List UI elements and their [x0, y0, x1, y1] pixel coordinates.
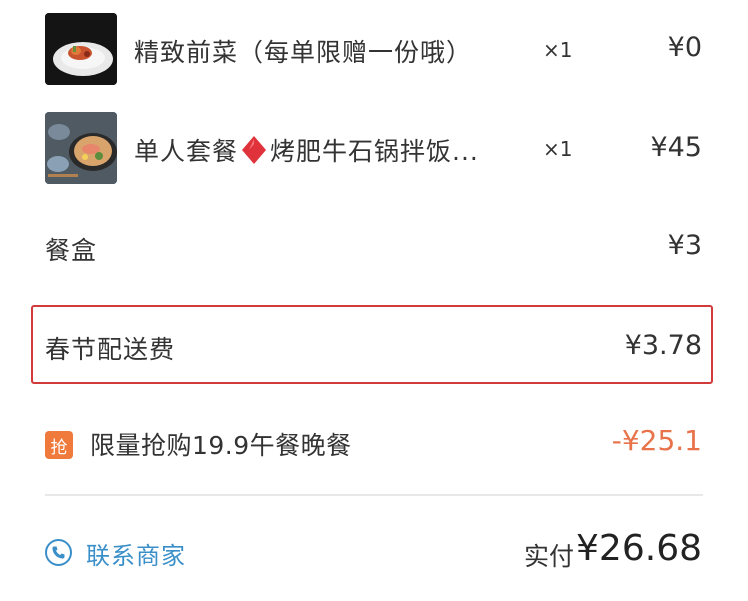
item-name-suffix: 烤肥牛石锅拌饭... [270, 137, 479, 166]
item-quantity: ×1 [543, 38, 573, 62]
appetizer-photo [45, 13, 117, 85]
promo-badge: 抢 [45, 431, 73, 459]
delivery-fee-price: ¥3.78 [624, 330, 702, 361]
phone-icon[interactable] [45, 539, 72, 566]
set-meal-photo [45, 112, 117, 184]
total-label: 实付 [524, 542, 575, 571]
divider [45, 494, 703, 496]
item-price: ¥45 [650, 132, 702, 163]
item-name: 单人套餐 烤肥牛石锅拌饭... [134, 132, 479, 168]
promo-discount: -¥25.1 [611, 424, 702, 457]
contact-merchant-link[interactable]: 联系商家 [86, 536, 186, 571]
red-diamond-icon [241, 135, 267, 165]
promo-label: 限量抢购19.9午餐晚餐 [90, 431, 352, 460]
item-name: 精致前菜（每单限赠一份哦） [134, 38, 473, 67]
item-name-prefix: 单人套餐 [134, 137, 239, 166]
item-price: ¥0 [667, 32, 702, 63]
delivery-fee-label: 春节配送费 [45, 335, 176, 364]
packaging-fee-price: ¥3 [667, 230, 702, 261]
item-quantity: ×1 [543, 137, 573, 161]
total-value: ¥26.68 [576, 528, 702, 569]
packaging-fee-label: 餐盒 [45, 236, 98, 265]
